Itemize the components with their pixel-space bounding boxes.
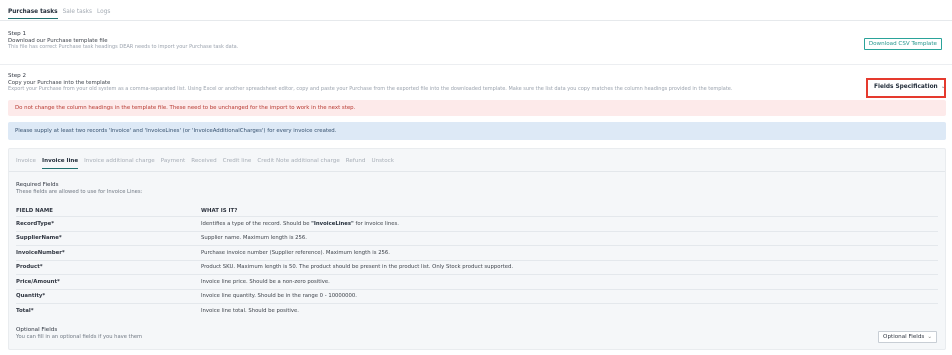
warning-alert: Do not change the column headings in the… (8, 100, 946, 116)
field-name: Price/Amount* (16, 278, 60, 285)
field-description: Identifies a type of the record. Should … (201, 220, 399, 227)
optional-fields-label: Optional Fields (883, 334, 925, 340)
field-name: InvoiceNumber* (16, 249, 65, 256)
download-csv-template-button[interactable]: Download CSV Template (863, 38, 942, 50)
optional-fields-button[interactable]: Optional Fields ⌄ (878, 331, 937, 343)
field-description: Invoice line quantity. Should be in the … (201, 293, 357, 300)
step-2-subtext: Export your Purchase from your old syste… (8, 86, 733, 92)
required-fields-title: Required Fields (16, 182, 59, 188)
record-type-tabs: Invoice Invoice line Invoice additional … (16, 157, 394, 169)
column-header-what-is-it: WHAT IS IT? (201, 208, 238, 214)
optional-fields-description: You can fill in an optional fields if yo… (16, 334, 143, 340)
tab-purchase-tasks[interactable]: Purchase tasks (8, 8, 58, 19)
tab-invoice[interactable]: Invoice (16, 157, 36, 169)
table-row: InvoiceNumber* Purchase invoice number (… (16, 245, 938, 260)
field-description: Invoice line price. Should be a non-zero… (201, 278, 330, 285)
step-1-subtext: This file has correct Purchase task head… (8, 44, 239, 50)
field-description: Product SKU. Maximum length is 50. The p… (201, 264, 514, 271)
tab-refund[interactable]: Refund (346, 157, 366, 169)
field-name: Quantity* (16, 293, 46, 300)
tab-credit-note-additional-charge[interactable]: Credit Note additional charge (257, 157, 339, 169)
chevron-down-icon: ⌄ (927, 334, 932, 340)
tab-sale-tasks[interactable]: Sale tasks (63, 8, 92, 19)
info-alert: Please supply at least two records 'Invo… (8, 122, 946, 140)
field-name: RecordType* (16, 220, 55, 227)
top-tabs: Purchase tasks Sale tasks Logs (8, 8, 110, 19)
step-1: Step 1 Download our Purchase template fi… (8, 31, 946, 50)
tab-logs[interactable]: Logs (97, 8, 110, 19)
required-fields-description: These fields are allowed to use for Invo… (16, 189, 143, 195)
fields-specification-label: Fields Specification (874, 84, 938, 90)
table-header: FIELD NAME WHAT IS IT? (16, 206, 938, 216)
table-row: Price/Amount* Invoice line price. Should… (16, 274, 938, 289)
tab-credit-line[interactable]: Credit line (223, 157, 252, 169)
field-description: Purchase invoice number (Supplier refere… (201, 249, 390, 256)
tab-invoice-additional-charge[interactable]: Invoice additional charge (84, 157, 155, 169)
table-row: Product* Product SKU. Maximum length is … (16, 259, 938, 275)
table-row: SupplierName* Supplier name. Maximum len… (16, 230, 938, 246)
table-row: RecordType* Identifies a type of the rec… (16, 216, 938, 231)
fields-specification-button[interactable]: Fields Specification ⌄ (874, 84, 946, 90)
tab-invoice-line[interactable]: Invoice line (42, 157, 79, 169)
top-divider (0, 20, 952, 21)
field-name: Total* (16, 307, 34, 314)
tab-unstock[interactable]: Unstock (371, 157, 393, 169)
field-description: Invoice line total. Should be positive. (201, 307, 299, 314)
required-fields-table: FIELD NAME WHAT IS IT? RecordType* Ident… (16, 206, 938, 318)
step-2: Step 2 Copy your Purchase into the templ… (8, 73, 946, 92)
optional-fields-title: Optional Fields (16, 327, 58, 333)
tabs-divider (9, 171, 945, 172)
tab-received[interactable]: Received (191, 157, 216, 169)
step-divider (0, 64, 952, 65)
field-description: Supplier name. Maximum length is 256. (201, 235, 307, 242)
tab-payment[interactable]: Payment (161, 157, 186, 169)
field-name: SupplierName* (16, 235, 62, 242)
table-row: Quantity* Invoice line quantity. Should … (16, 288, 938, 304)
column-header-field-name: FIELD NAME (16, 208, 53, 214)
chevron-down-icon: ⌄ (940, 84, 946, 90)
fields-panel: Invoice Invoice line Invoice additional … (8, 148, 946, 350)
field-name: Product* (16, 264, 43, 271)
table-row: Total* Invoice line total. Should be pos… (16, 303, 938, 318)
